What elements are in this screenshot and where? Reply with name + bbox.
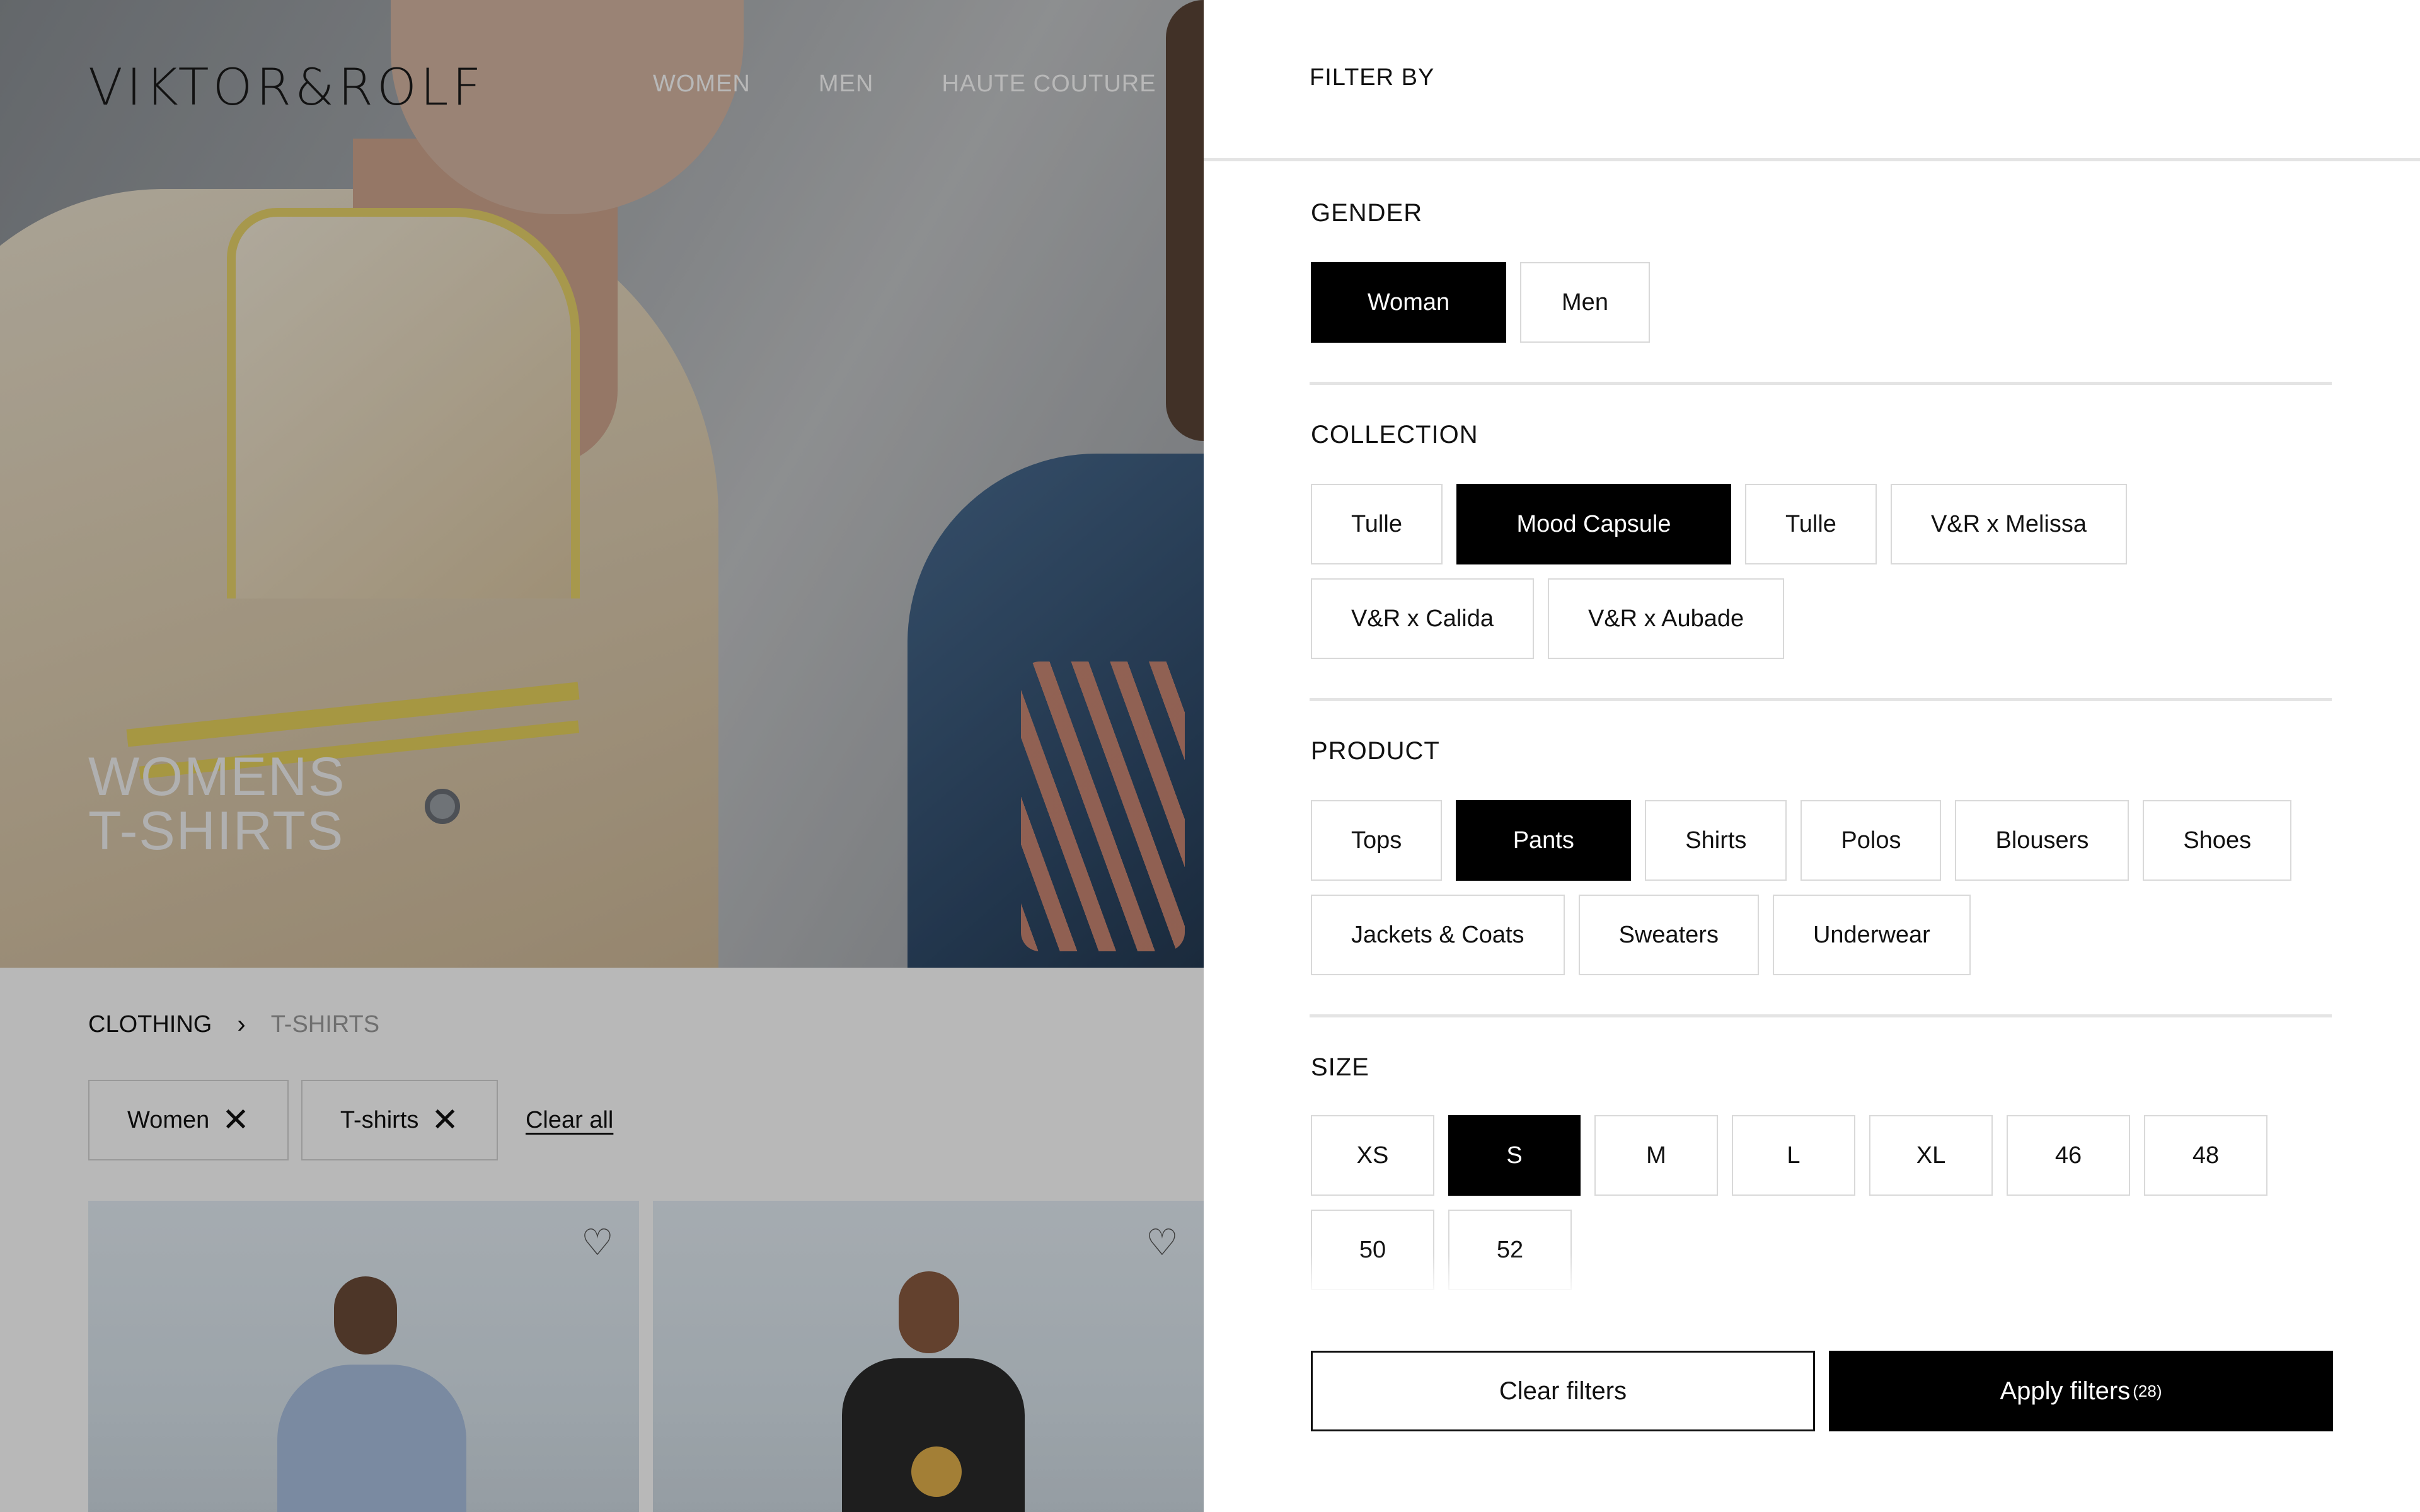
collection-option-tulle[interactable]: Tulle — [1311, 484, 1443, 564]
section-divider — [1310, 382, 2332, 385]
section-divider — [1310, 698, 2332, 701]
scroll-fade — [1310, 1254, 2343, 1298]
section-divider — [1310, 1014, 2332, 1017]
gender-options: Woman Men — [1311, 262, 2344, 343]
size-option-xs[interactable]: XS — [1311, 1115, 1434, 1196]
results-count-badge: (28) — [2133, 1381, 2162, 1400]
collection-option-vr-melissa[interactable]: V&R x Melissa — [1890, 484, 2127, 564]
size-option-48[interactable]: 48 — [2144, 1115, 2267, 1196]
collection-option-vr-calida[interactable]: V&R x Calida — [1311, 578, 1534, 659]
product-option-polos[interactable]: Polos — [1801, 800, 1942, 881]
clear-filters-button[interactable]: Clear filters — [1311, 1351, 1815, 1431]
size-option-s[interactable]: S — [1448, 1115, 1581, 1196]
product-option-shirts[interactable]: Shirts — [1645, 800, 1787, 881]
size-option-46[interactable]: 46 — [2007, 1115, 2130, 1196]
product-option-underwear[interactable]: Underwear — [1772, 895, 1971, 975]
product-option-pants[interactable]: Pants — [1456, 800, 1632, 881]
size-option-m[interactable]: M — [1594, 1115, 1718, 1196]
filter-panel-title: FILTER BY — [1310, 64, 1435, 91]
gender-option-men[interactable]: Men — [1520, 262, 1650, 343]
filter-actions: Clear filters Apply filters (28) — [1311, 1351, 2333, 1431]
modal-backdrop[interactable] — [0, 0, 1204, 1512]
product-option-shoes[interactable]: Shoes — [2143, 800, 2292, 881]
collection-option-mood-capsule[interactable]: Mood Capsule — [1456, 484, 1731, 564]
filter-panel: FILTER BY GENDER Woman Men COLLECTION Tu… — [1204, 0, 2420, 1512]
apply-filters-label: Apply filters — [2000, 1377, 2131, 1405]
product-option-tops[interactable]: Tops — [1311, 800, 1443, 881]
gender-section-title: GENDER — [1311, 199, 1423, 227]
collection-option-vr-aubade[interactable]: V&R x Aubade — [1547, 578, 1785, 659]
collection-option-tulle-2[interactable]: Tulle — [1744, 484, 1877, 564]
gender-option-woman[interactable]: Woman — [1311, 262, 1506, 343]
size-option-l[interactable]: L — [1732, 1115, 1855, 1196]
product-section-title: PRODUCT — [1311, 737, 1440, 765]
filter-panel-header: FILTER BY — [1204, 0, 2420, 161]
collection-options: Tulle Mood Capsule Tulle V&R x Melissa V… — [1311, 484, 2344, 659]
product-option-blousers[interactable]: Blousers — [1955, 800, 2129, 881]
collection-section-title: COLLECTION — [1311, 421, 1478, 449]
category-page: VIKTOR&ROLF WOMEN MEN HAUTE COUTURE WOME… — [0, 0, 1204, 1512]
product-option-sweaters[interactable]: Sweaters — [1578, 895, 1759, 975]
size-section-title: SIZE — [1311, 1053, 1369, 1081]
product-option-jackets-coats[interactable]: Jackets & Coats — [1311, 895, 1565, 975]
product-options: Tops Pants Shirts Polos Blousers Shoes J… — [1311, 800, 2344, 975]
size-option-xl[interactable]: XL — [1869, 1115, 1993, 1196]
apply-filters-button[interactable]: Apply filters (28) — [1829, 1351, 2333, 1431]
